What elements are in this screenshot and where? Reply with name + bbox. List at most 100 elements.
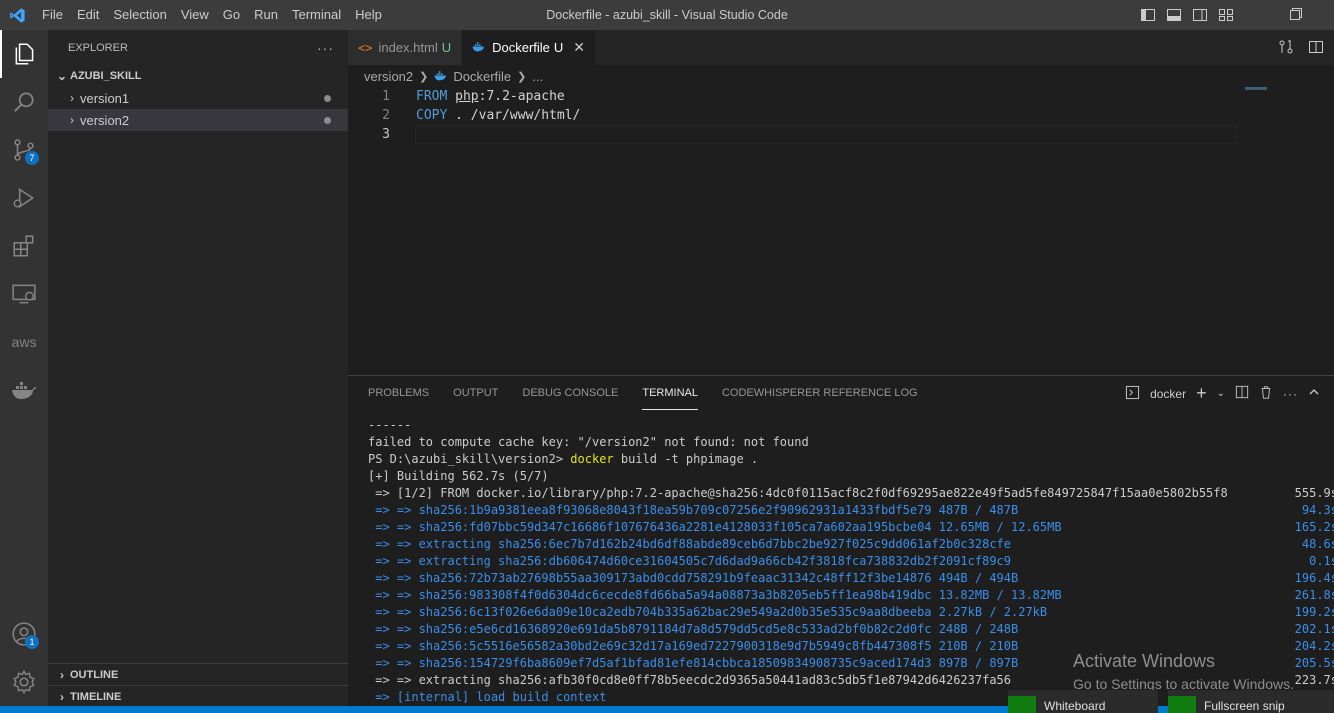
tab-index-html[interactable]: <> index.html U (348, 30, 463, 65)
split-editor-icon[interactable] (1308, 39, 1324, 59)
chevron-right-icon: › (60, 689, 64, 704)
trash-icon[interactable] (1259, 385, 1273, 402)
remote-explorer-icon[interactable] (0, 270, 48, 318)
source-control-badge: 7 (25, 151, 39, 165)
menu-file[interactable]: File (35, 0, 70, 30)
accounts-icon[interactable]: 1 (0, 610, 48, 658)
build-step-time: 165.2s (1294, 520, 1334, 534)
build-step-text: => => extracting sha256:afb30f0cd8e0ff78… (368, 673, 1011, 687)
snip-app-icon (1168, 696, 1196, 713)
build-step-line: => => sha256:983308f4f0d6304dc6cecde8fd6… (368, 587, 1334, 604)
toggle-secondary-sidebar-icon[interactable] (1192, 7, 1208, 23)
breadcrumb-folder[interactable]: version2 (364, 69, 413, 84)
activate-windows-watermark: Activate Windows Go to Settings to activ… (1073, 651, 1294, 692)
build-step-line: => => extracting sha256:db606474d60ce316… (368, 553, 1334, 570)
code-keyword: FROM (416, 89, 448, 104)
build-step-time: 555.9s (1294, 486, 1334, 500)
build-step-time: 204.2s (1294, 639, 1334, 653)
build-step-line: => => extracting sha256:6ec7b7d162b24bd6… (368, 536, 1334, 553)
code-keyword: COPY (416, 108, 448, 123)
tree-item-version2[interactable]: › version2 (48, 109, 348, 131)
aws-icon[interactable]: aws (0, 318, 48, 366)
build-step-line: => => sha256:fd07bbc59d347c16686f1076764… (368, 519, 1334, 536)
restore-window-icon[interactable] (1290, 8, 1304, 22)
build-step-text: => => extracting sha256:6ec7b7d162b24bd6… (368, 537, 1011, 551)
menu-go[interactable]: Go (216, 0, 247, 30)
more-actions-icon[interactable]: ··· (1283, 387, 1298, 401)
build-step-text: => => sha256:5c5516e56582a30bd2e69c32d17… (368, 639, 1019, 653)
line-number: 2 (382, 108, 390, 123)
menu-run[interactable]: Run (247, 0, 285, 30)
build-step-text: => [internal] load build context (368, 690, 607, 704)
split-terminal-icon[interactable] (1235, 385, 1249, 402)
chevron-down-icon[interactable]: ⌄ (1217, 388, 1225, 399)
toggle-primary-sidebar-icon[interactable] (1140, 7, 1156, 23)
code-editor[interactable]: 1 FROM php:7.2-apache 2 COPY . /var/www/… (348, 87, 1334, 144)
close-icon[interactable]: ✕ (573, 39, 585, 56)
build-step-text: => => extracting sha256:db606474d60ce316… (368, 554, 1011, 568)
layout-controls (1140, 7, 1234, 23)
timeline-section[interactable]: › TIMELINE (48, 685, 348, 707)
tab-debug-console[interactable]: DEBUG CONSOLE (522, 376, 618, 410)
code-args: . /var/www/html/ (447, 108, 581, 123)
run-debug-icon[interactable] (0, 174, 48, 222)
tab-codewhisperer-reference-log[interactable]: CODEWHISPERER REFERENCE LOG (722, 376, 918, 410)
terminal-command: docker (570, 452, 614, 466)
tab-label: index.html (378, 40, 438, 55)
menu-bar: File Edit Selection View Go Run Terminal… (35, 0, 389, 30)
code-image-name[interactable]: php (455, 89, 478, 104)
code-image-tag: :7.2-apache (478, 89, 565, 104)
menu-terminal[interactable]: Terminal (285, 0, 348, 30)
explorer-sidebar: EXPLORER ··· ⌄ AZUBI_SKILL › version1 › … (48, 30, 348, 713)
tab-output[interactable]: OUTPUT (453, 376, 498, 410)
outline-section[interactable]: › OUTLINE (48, 663, 348, 685)
open-changes-icon[interactable] (1278, 39, 1294, 59)
code-line: 3 (348, 125, 1334, 144)
new-terminal-icon[interactable]: + (1196, 383, 1207, 404)
line-number: 1 (382, 89, 390, 104)
extensions-icon[interactable] (0, 222, 48, 270)
build-step-time: 202.1s (1294, 622, 1334, 636)
settings-gear-icon[interactable] (0, 658, 48, 706)
breadcrumb-file[interactable]: Dockerfile (453, 69, 511, 84)
minimap[interactable] (1245, 87, 1267, 90)
build-step-time: 205.5s (1294, 656, 1334, 670)
tree-item-version1[interactable]: › version1 (48, 87, 348, 109)
customize-layout-icon[interactable] (1218, 7, 1234, 23)
workspace-root-label: AZUBI_SKILL (70, 70, 142, 82)
build-step-line: => => sha256:e5e6cd16368920e691da5b87911… (368, 621, 1334, 638)
chevron-up-icon[interactable] (1308, 386, 1320, 401)
terminal-command-args: build -t phpimage . (613, 452, 759, 466)
docker-icon[interactable] (0, 366, 48, 414)
menu-help[interactable]: Help (348, 0, 389, 30)
terminal-line: failed to compute cache key: "/version2"… (368, 435, 809, 449)
explorer-more-actions[interactable]: ··· (317, 40, 334, 56)
explorer-icon[interactable] (0, 30, 48, 78)
activity-bar: 7 aws 1 (0, 30, 48, 713)
source-control-icon[interactable]: 7 (0, 126, 48, 174)
docker-file-icon (472, 40, 486, 55)
terminal-prompt: PS D:\azubi_skill\version2> (368, 452, 571, 466)
timeline-label: TIMELINE (70, 690, 122, 703)
workspace-root[interactable]: ⌄ AZUBI_SKILL (48, 65, 348, 87)
tab-terminal[interactable]: TERMINAL (642, 376, 698, 410)
aws-label: aws (11, 334, 37, 350)
taskbar-item-whiteboard[interactable]: Whiteboard (1008, 690, 1158, 713)
tab-dockerfile[interactable]: Dockerfile U ✕ (462, 30, 597, 65)
breadcrumb: version2 ❯ Dockerfile ❯ ... (364, 66, 543, 86)
html-file-icon: <> (358, 40, 373, 55)
code-text: FROM php:7.2-apache (416, 89, 565, 104)
tab-label: Dockerfile (492, 40, 550, 55)
menu-edit[interactable]: Edit (70, 0, 106, 30)
build-step-text: => => sha256:1b9a9381eea8f93068e8043f18e… (368, 503, 1019, 517)
search-icon[interactable] (0, 78, 48, 126)
menu-selection[interactable]: Selection (106, 0, 173, 30)
docker-file-icon (434, 69, 448, 84)
tab-problems[interactable]: PROBLEMS (368, 376, 429, 410)
taskbar-item-fullscreen-snip[interactable]: Fullscreen snip (1168, 690, 1334, 713)
terminal-name[interactable]: docker (1150, 387, 1186, 401)
menu-view[interactable]: View (174, 0, 216, 30)
toggle-panel-icon[interactable] (1166, 7, 1182, 23)
breadcrumb-more[interactable]: ... (532, 69, 543, 84)
chevron-right-icon: › (60, 667, 64, 682)
